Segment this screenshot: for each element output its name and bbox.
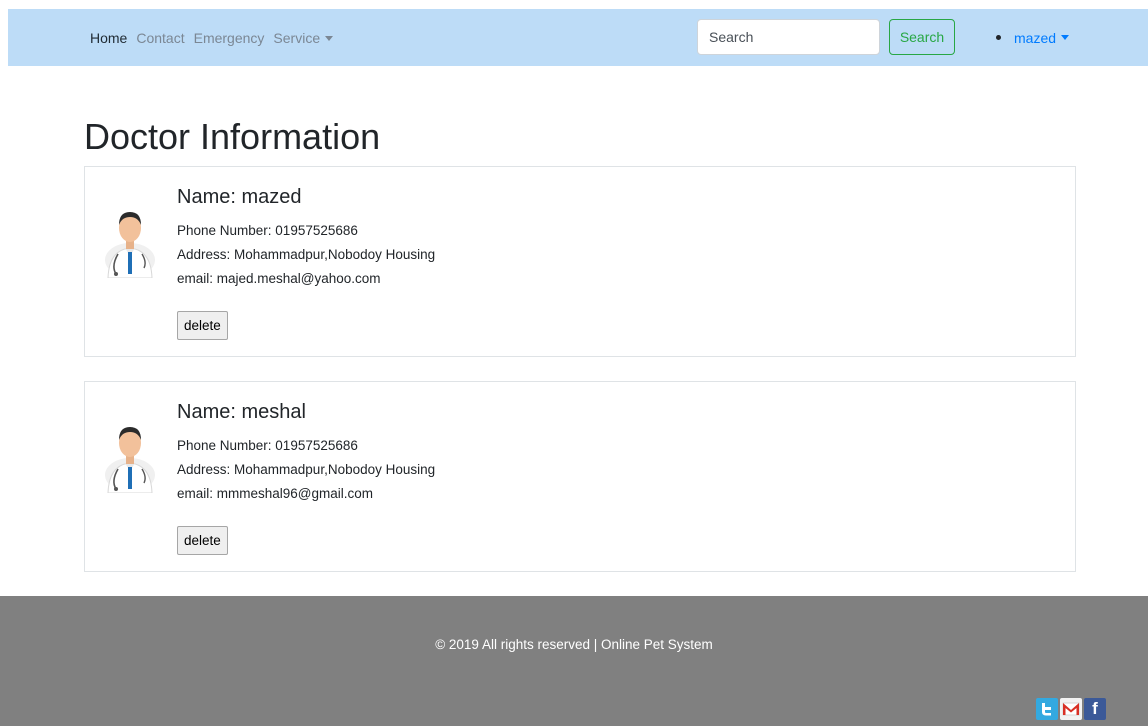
page-footer: © 2019 All rights reserved | Online Pet … — [0, 596, 1148, 726]
doctor-card: Name: mazed Phone Number: 01957525686 Ad… — [84, 166, 1076, 357]
doctor-details: Name: mazed Phone Number: 01957525686 Ad… — [177, 186, 435, 291]
copyright-text: © 2019 All rights reserved | Online Pet … — [435, 637, 713, 652]
gmail-glyph-icon — [1062, 702, 1080, 716]
caret-down-icon — [325, 35, 334, 41]
doctor-email: email: mmmeshal96@gmail.com — [177, 486, 374, 501]
doctor-name: Name: mazed — [177, 186, 302, 208]
user-name: mazed — [1014, 29, 1057, 46]
doctor-phone: Phone Number: 01957525686 — [177, 223, 358, 238]
page-title: Doctor Information — [84, 116, 381, 157]
nav-link-home[interactable]: Home — [90, 30, 127, 46]
bullet-icon — [996, 35, 1001, 40]
facebook-icon[interactable]: f — [1084, 698, 1106, 720]
search-input[interactable] — [697, 19, 880, 55]
nav-link-emergency[interactable]: Emergency — [194, 30, 265, 46]
social-links: f — [1036, 698, 1108, 720]
top-navbar: Home Contact Emergency Service Search ma… — [8, 9, 1148, 66]
doctor-avatar-icon — [105, 427, 155, 493]
user-dropdown[interactable]: mazed — [996, 9, 1070, 66]
twitter-glyph-icon — [1042, 703, 1051, 716]
caret-down-icon — [1061, 35, 1070, 40]
doctor-details: Name: meshal Phone Number: 01957525686 A… — [177, 401, 435, 506]
doctor-avatar-icon — [105, 212, 155, 278]
delete-button[interactable]: delete — [177, 311, 228, 340]
gmail-icon[interactable] — [1060, 698, 1082, 720]
doctor-name: Name: meshal — [177, 401, 306, 423]
nav-links: Home Contact Emergency Service — [90, 9, 342, 66]
nav-dropdown-service-label: Service — [273, 29, 321, 46]
delete-button[interactable]: delete — [177, 526, 228, 555]
nav-link-contact[interactable]: Contact — [136, 30, 184, 46]
doctor-email: email: majed.meshal@yahoo.com — [177, 271, 381, 286]
twitter-icon[interactable] — [1036, 698, 1058, 720]
doctor-address: Address: Mohammadpur,Nobodoy Housing — [177, 247, 436, 262]
doctor-phone: Phone Number: 01957525686 — [177, 438, 358, 453]
nav-dropdown-service[interactable]: Service — [273, 29, 334, 46]
doctor-card: Name: meshal Phone Number: 01957525686 A… — [84, 381, 1076, 572]
search-button[interactable]: Search — [889, 19, 955, 55]
doctor-address: Address: Mohammadpur,Nobodoy Housing — [177, 462, 436, 477]
